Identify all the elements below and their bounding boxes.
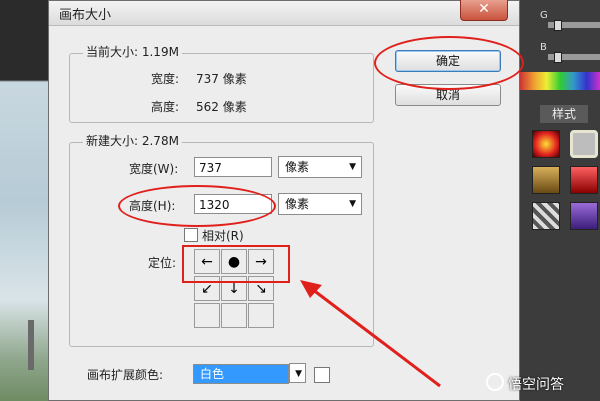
close-icon: ✕: [478, 1, 490, 17]
color-spectrum[interactable]: [520, 72, 600, 90]
current-height-label: 高度:: [151, 100, 180, 114]
highlight-ok-ellipse: [374, 36, 524, 90]
width-unit-value: 像素: [285, 160, 310, 174]
relative-label: 相对(R): [202, 229, 244, 243]
anchor-bottom-left[interactable]: [194, 303, 220, 328]
tab-styles[interactable]: 样式: [540, 105, 588, 123]
current-height-value: 562 像素: [196, 100, 247, 114]
watermark-text: 悟空问答: [508, 377, 564, 393]
style-swatch[interactable]: [532, 202, 560, 230]
highlight-height-ellipse: [118, 185, 276, 227]
dialog-title: 画布大小: [59, 8, 112, 23]
channel-b-slider[interactable]: [548, 52, 600, 63]
wukong-logo-icon: [486, 373, 504, 391]
style-swatch[interactable]: [532, 166, 560, 194]
style-swatch[interactable]: [570, 166, 598, 194]
channel-g-label: G: [540, 10, 548, 21]
extension-color-select[interactable]: 白色: [193, 364, 289, 384]
new-size-label: 新建大小: 2.78M: [83, 132, 182, 149]
style-swatch[interactable]: [532, 130, 560, 158]
highlight-anchor-rect: [182, 245, 290, 283]
style-swatch[interactable]: [570, 202, 598, 230]
chevron-down-icon: ▼: [349, 162, 356, 172]
chevron-down-icon: ▼: [349, 199, 356, 209]
slider-knob[interactable]: [554, 52, 562, 63]
height-unit-select[interactable]: 像素 ▼: [278, 193, 362, 215]
photo-detail: [28, 320, 34, 370]
width-unit-select[interactable]: 像素 ▼: [278, 156, 362, 178]
current-width-label: 宽度:: [151, 72, 180, 86]
extension-color-swatch[interactable]: [314, 367, 330, 383]
height-unit-value: 像素: [285, 197, 310, 211]
dialog-titlebar[interactable]: 画布大小 ✕: [49, 0, 519, 26]
current-size-label: 当前大小: 1.19M: [83, 43, 182, 60]
channel-g-slider[interactable]: [548, 20, 600, 31]
new-width-label: 宽度(W):: [129, 162, 179, 176]
extension-color-dropdown[interactable]: ▼: [289, 363, 306, 383]
current-width-value: 737 像素: [196, 72, 247, 86]
extension-color-label: 画布扩展颜色:: [87, 368, 164, 382]
anchor-bottom-center[interactable]: [221, 303, 247, 328]
channel-b-label: B: [540, 42, 547, 53]
anchor-label: 定位:: [148, 256, 177, 270]
style-swatch[interactable]: [570, 130, 598, 158]
width-input[interactable]: 737: [194, 157, 272, 177]
anchor-bottom-right[interactable]: [248, 303, 274, 328]
relative-checkbox[interactable]: [184, 228, 198, 242]
slider-knob[interactable]: [554, 20, 562, 31]
close-button[interactable]: ✕: [460, 0, 508, 21]
chevron-down-icon: ▼: [295, 369, 302, 379]
